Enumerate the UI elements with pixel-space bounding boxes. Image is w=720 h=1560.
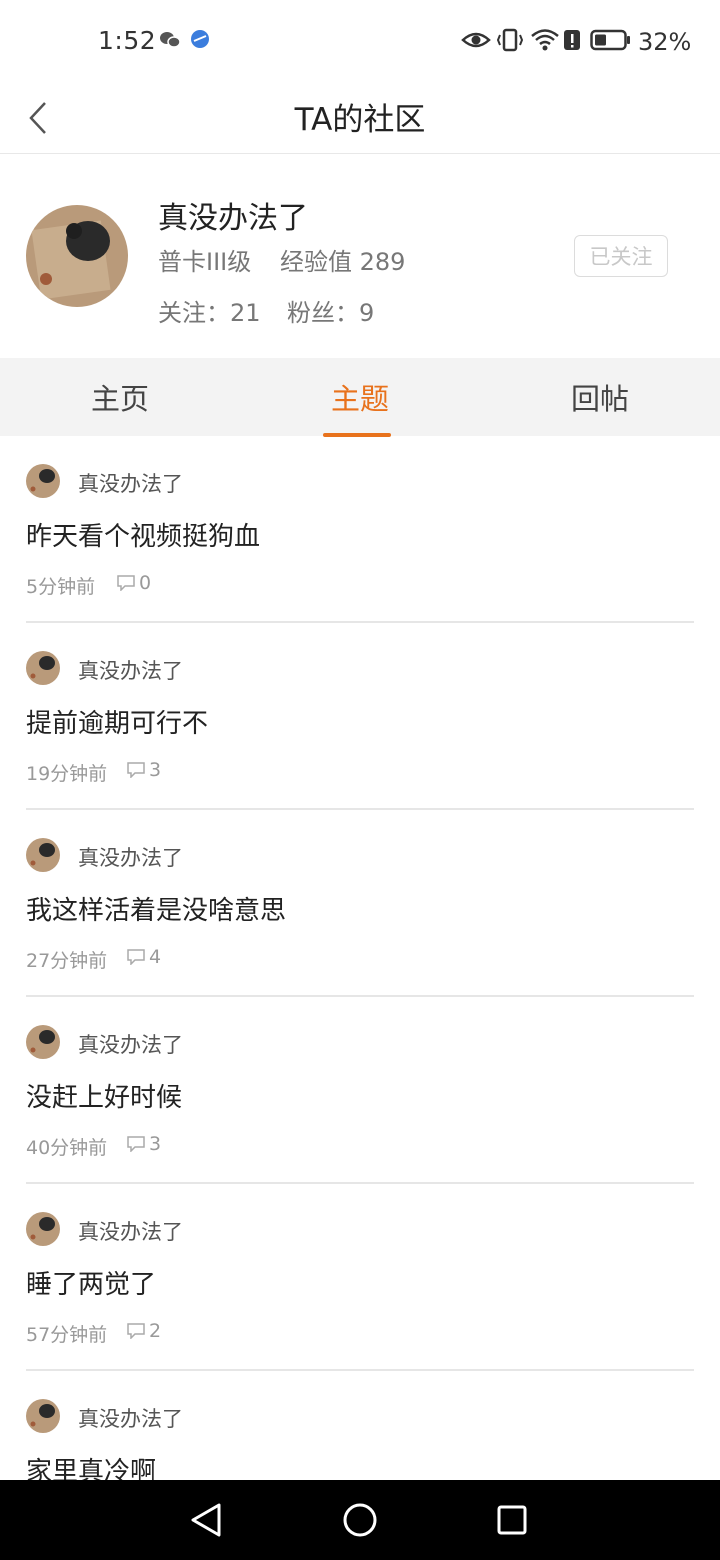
alert-icon: [563, 28, 581, 56]
post-time: 57分钟前: [26, 1324, 108, 1346]
comment-count-value: 2: [149, 1320, 162, 1342]
post-author: 真没办法了: [78, 1033, 183, 1057]
browser-icon: [189, 28, 211, 54]
post-title[interactable]: 没赶上好时候: [26, 1077, 182, 1114]
wifi-icon: [530, 28, 560, 56]
post-list: 真没办法了 昨天看个视频挺狗血 5分钟前 0 真没办法了 提前逾期可行不 19分…: [0, 436, 720, 1558]
profile-avatar[interactable]: [26, 205, 128, 307]
post-title[interactable]: 提前逾期可行不: [26, 703, 208, 740]
battery-icon: [590, 28, 632, 56]
tab-replies[interactable]: 回帖: [480, 358, 720, 436]
eye-icon: [461, 28, 491, 56]
post-comment-count: 3: [127, 1133, 161, 1155]
battery-percent: 32%: [638, 28, 692, 56]
comment-count-value: 3: [149, 759, 162, 781]
tab-bar: 主页 主题 回帖: [0, 358, 720, 436]
post-comment-count: 2: [127, 1320, 161, 1342]
post-comment-count: 3: [127, 759, 161, 781]
status-bar: 1:52 32%: [0, 0, 720, 84]
circle-home-icon: [343, 1503, 377, 1537]
followed-button[interactable]: 已关注: [574, 235, 668, 277]
post-time: 27分钟前: [26, 950, 108, 972]
post-title[interactable]: 昨天看个视频挺狗血: [26, 516, 260, 553]
fans-count[interactable]: 粉丝：9: [287, 293, 374, 328]
comment-icon: [127, 949, 145, 965]
header: TA的社区: [0, 84, 720, 154]
post-comment-count: 4: [127, 946, 161, 968]
post-title[interactable]: 睡了两觉了: [26, 1264, 156, 1301]
comment-icon: [127, 1323, 145, 1339]
post-time: 5分钟前: [26, 576, 96, 598]
post-author: 真没办法了: [78, 846, 183, 870]
post-avatar[interactable]: [26, 651, 60, 685]
vibrate-icon: [496, 28, 524, 56]
nav-recents-button[interactable]: [482, 1496, 542, 1544]
comment-count-value: 0: [139, 572, 152, 594]
following-count[interactable]: 关注：21: [158, 293, 261, 328]
comment-icon: [117, 575, 135, 591]
comment-icon: [127, 762, 145, 778]
comment-count-value: 3: [149, 1133, 162, 1155]
post-avatar[interactable]: [26, 464, 60, 498]
post-item[interactable]: 真没办法了 昨天看个视频挺狗血 5分钟前 0: [26, 436, 694, 623]
post-author: 真没办法了: [78, 1220, 183, 1244]
post-author: 真没办法了: [78, 472, 183, 496]
post-author: 真没办法了: [78, 1407, 183, 1431]
wechat-icon: [158, 28, 182, 56]
post-time: 19分钟前: [26, 763, 108, 785]
comment-icon: [127, 1136, 145, 1152]
profile-exp: 经验值 289: [280, 248, 406, 276]
page-title: TA的社区: [294, 102, 426, 138]
nav-back-button[interactable]: [176, 1496, 236, 1544]
profile-card: 真没办法了 普卡III级 经验值 289 关注：21 粉丝：9 已关注: [0, 155, 720, 358]
system-nav-bar: [0, 1480, 720, 1560]
post-comment-count: 0: [117, 572, 151, 594]
profile-level: 普卡III级: [158, 248, 252, 276]
post-avatar[interactable]: [26, 1399, 60, 1433]
post-item[interactable]: 真没办法了 我这样活着是没啥意思 27分钟前 4: [26, 810, 694, 997]
tab-home[interactable]: 主页: [0, 358, 240, 436]
post-avatar[interactable]: [26, 838, 60, 872]
tab-topics[interactable]: 主题: [240, 358, 480, 436]
post-item[interactable]: 真没办法了 睡了两觉了 57分钟前 2: [26, 1184, 694, 1371]
status-time: 1:52: [98, 26, 157, 55]
nav-home-button[interactable]: [330, 1496, 390, 1544]
post-avatar[interactable]: [26, 1025, 60, 1059]
post-avatar[interactable]: [26, 1212, 60, 1246]
post-item[interactable]: 真没办法了 提前逾期可行不 19分钟前 3: [26, 623, 694, 810]
post-time: 40分钟前: [26, 1137, 108, 1159]
profile-name: 真没办法了: [158, 201, 308, 236]
comment-count-value: 4: [149, 946, 162, 968]
post-item[interactable]: 真没办法了 没赶上好时候 40分钟前 3: [26, 997, 694, 1184]
triangle-back-icon: [191, 1503, 221, 1537]
screen: 1:52 32% TA的社区 真没办法了 普卡III级 经验值 289 关注：2…: [0, 0, 720, 1560]
post-title[interactable]: 我这样活着是没啥意思: [26, 890, 286, 927]
post-author: 真没办法了: [78, 659, 183, 683]
square-recents-icon: [497, 1505, 527, 1535]
